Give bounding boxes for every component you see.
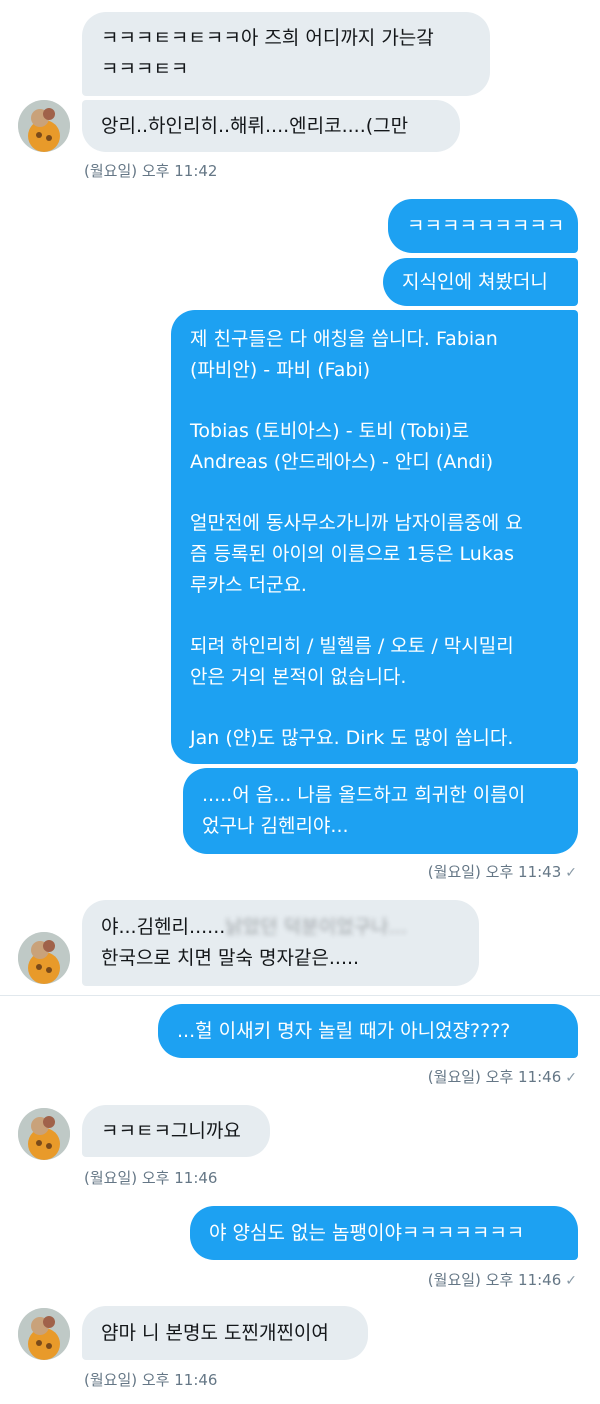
message-text: 한국으로 치면 말숙 명자같은..... bbox=[101, 947, 360, 969]
message-text: 야 양심도 없는 놈팽이야ㅋㅋㅋㅋㅋㅋㅋ bbox=[209, 1222, 525, 1244]
avatar-image bbox=[18, 100, 70, 152]
blurred-text: 낡았던 덕분이었구나... bbox=[225, 916, 407, 938]
user-avatar[interactable] bbox=[18, 932, 70, 984]
read-check-icon: ✓ bbox=[565, 1070, 577, 1086]
incoming-message: 얌마 니 본명도 도찐개찐이여 bbox=[82, 1306, 368, 1360]
incoming-message: 앙리..하인리히..해뤼....엔리코....(그만 bbox=[82, 100, 460, 152]
message-timestamp: (월요일) 오후 11:42 bbox=[84, 162, 218, 180]
message-text: 되려 하인리히 / 빌헬름 / 오토 / 막시밀리 bbox=[190, 635, 514, 657]
message-text: ㅋㅋㅌㅋ그니까요 bbox=[101, 1120, 241, 1142]
message-text: 즘 등록된 아이의 이름으로 1등은 Lukas bbox=[190, 543, 515, 565]
message-timestamp-row: (월요일) 오후 11:46 ✓ bbox=[428, 1270, 577, 1291]
message-text: 야...김헨리...... bbox=[101, 916, 226, 938]
message-timestamp: (월요일) 오후 11:46 bbox=[84, 1371, 218, 1389]
message-text: 안은 거의 본적이 없습니다. bbox=[190, 666, 407, 688]
outgoing-message: ...헐 이새키 명자 놀릴 때가 아니었쟝???? bbox=[158, 1004, 578, 1058]
outgoing-message: .....어 음... 나름 올드하고 희귀한 이름이 었구나 김헨리야... bbox=[183, 768, 578, 854]
user-avatar[interactable] bbox=[18, 1308, 70, 1360]
incoming-message: ㅋㅋㅋㅌㅋㅌㅋㅋ아 즈희 어디까지 가는갘 ㅋㅋㅋㅌㅋ bbox=[82, 12, 490, 96]
user-avatar[interactable] bbox=[18, 1108, 70, 1160]
avatar-image bbox=[18, 1308, 70, 1360]
message-text: ㅋㅋㅋㅌㅋㅌㅋㅋ아 즈희 어디까지 가는갘 bbox=[101, 27, 434, 49]
message-timestamp: (월요일) 오후 11:46 bbox=[84, 1169, 218, 1187]
message-text: ...헐 이새키 명자 놀릴 때가 아니었쟝???? bbox=[177, 1020, 511, 1042]
message-text: ㅋㅋㅋㅋㅋㅋㅋㅋㅋ bbox=[407, 215, 565, 237]
message-text: 얼만전에 동사무소가니까 남자이름중에 요 bbox=[190, 512, 523, 534]
message-text: Andreas (안드레아스) - 안디 (Andi) bbox=[190, 451, 494, 473]
user-avatar[interactable] bbox=[18, 100, 70, 152]
message-text: 었구나 김헨리야... bbox=[202, 815, 349, 837]
read-check-icon: ✓ bbox=[565, 1273, 577, 1289]
message-timestamp: (월요일) 오후 11:46 bbox=[427, 1271, 562, 1289]
message-text: 지식인에 쳐봤더니 bbox=[402, 271, 548, 293]
incoming-message: 야...김헨리......낡았던 덕분이었구나... 한국으로 치면 말숙 명자… bbox=[82, 900, 479, 986]
incoming-message: ㅋㅋㅌㅋ그니까요 bbox=[82, 1105, 270, 1157]
avatar-image bbox=[18, 932, 70, 984]
message-text: (파비안) - 파비 (Fabi) bbox=[190, 359, 371, 381]
message-text: Tobias (토비아스) - 토비 (Tobi)로 bbox=[190, 420, 470, 442]
message-text: Jan (얀)도 많구요. Dirk 도 많이 씁니다. bbox=[190, 727, 514, 749]
message-text: 앙리..하인리히..해뤼....엔리코....(그만 bbox=[101, 115, 409, 137]
message-text: 제 친구들은 다 애칭을 씁니다. Fabian bbox=[190, 328, 498, 350]
message-timestamp-row: (월요일) 오후 11:46 ✓ bbox=[428, 1067, 577, 1088]
outgoing-message: 지식인에 쳐봤더니 bbox=[383, 258, 578, 306]
message-timestamp: (월요일) 오후 11:43 bbox=[427, 863, 562, 881]
message-timestamp-row: (월요일) 오후 11:43 ✓ bbox=[428, 862, 577, 883]
avatar-image bbox=[18, 1108, 70, 1160]
message-text: ㅋㅋㅋㅌㅋ bbox=[101, 58, 189, 80]
message-timestamp: (월요일) 오후 11:46 bbox=[427, 1068, 562, 1086]
message-text-row: 야...김헨리......낡았던 덕분이었구나... bbox=[101, 912, 460, 943]
outgoing-message: 제 친구들은 다 애칭을 씁니다. Fabian (파비안) - 파비 (Fab… bbox=[171, 310, 578, 764]
read-check-icon: ✓ bbox=[565, 865, 577, 881]
message-text: .....어 음... 나름 올드하고 희귀한 이름이 bbox=[202, 784, 526, 806]
message-text: 루카스 더군요. bbox=[190, 574, 307, 596]
outgoing-message: 야 양심도 없는 놈팽이야ㅋㅋㅋㅋㅋㅋㅋ bbox=[190, 1206, 578, 1260]
outgoing-message: ㅋㅋㅋㅋㅋㅋㅋㅋㅋ bbox=[388, 199, 578, 253]
divider bbox=[0, 995, 600, 996]
message-text: 얌마 니 본명도 도찐개찐이여 bbox=[101, 1322, 329, 1344]
